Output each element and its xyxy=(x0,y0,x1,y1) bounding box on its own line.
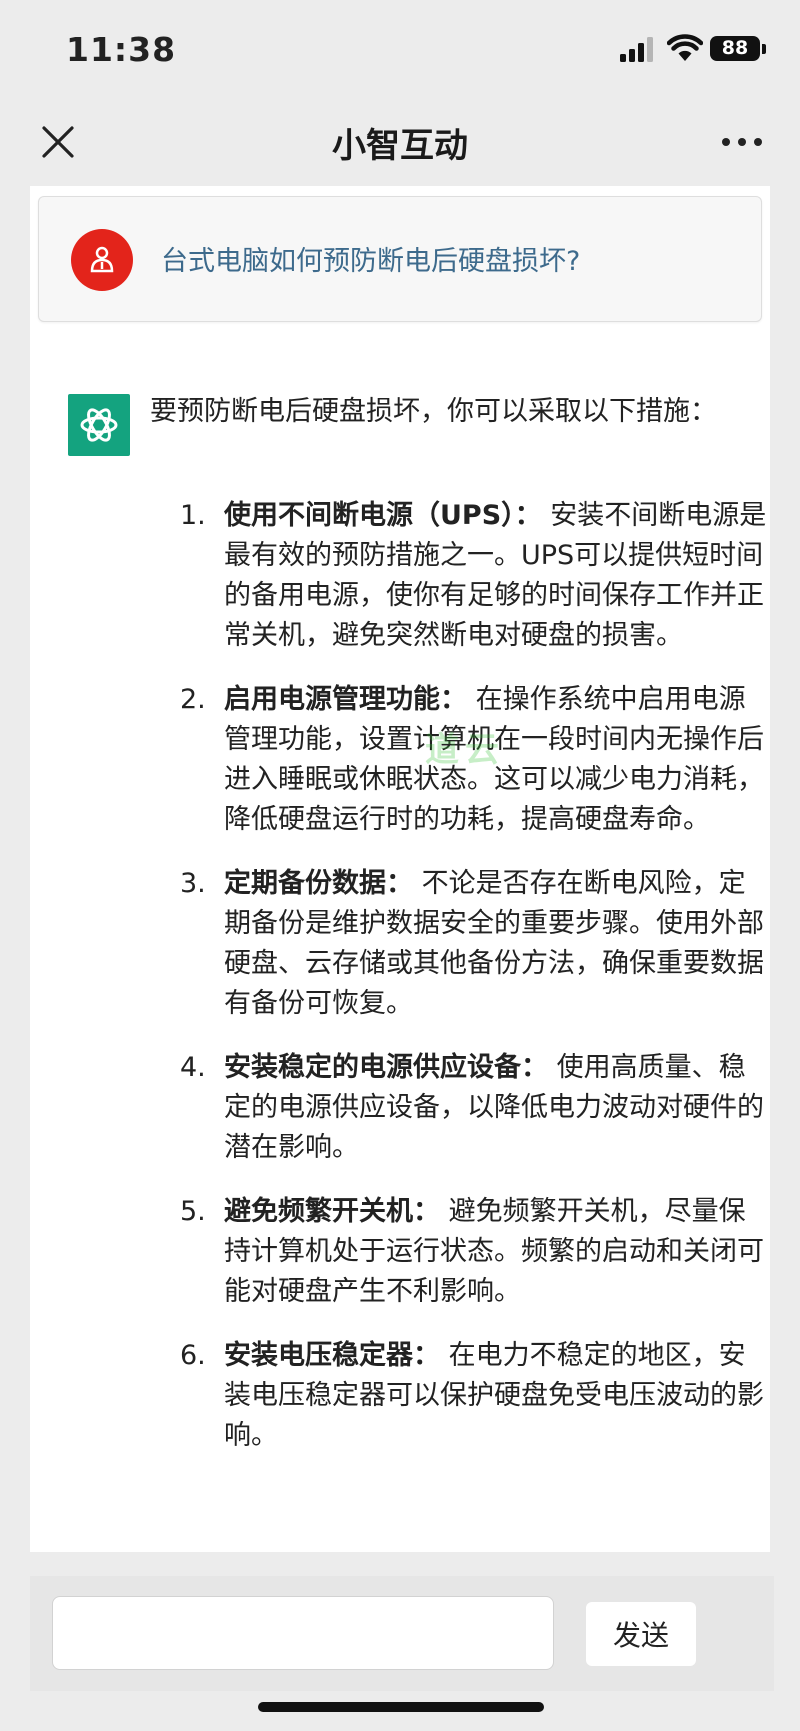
answer-list: 1. 使用不间断电源（UPS）： 安装不间断电源是最有效的预防措施之一。UPS可… xyxy=(180,496,770,1480)
list-item: 6. 安装电压稳定器： 在电力不稳定的地区，安装电压稳定器可以保护硬盘免受电压波… xyxy=(180,1336,770,1456)
item-number: 2. xyxy=(180,684,206,715)
list-item: 3. 定期备份数据： 不论是否存在断电风险，定期备份是维护数据安全的重要步骤。使… xyxy=(180,864,770,1024)
item-title: 启用电源管理功能： xyxy=(224,684,467,715)
cellular-signal-icon xyxy=(620,37,653,62)
item-title: 安装电压稳定器： xyxy=(224,1340,440,1371)
answer-intro: 要预防断电后硬盘损坏，你可以采取以下措施： xyxy=(150,396,717,427)
list-item: 1. 使用不间断电源（UPS）： 安装不间断电源是最有效的预防措施之一。UPS可… xyxy=(180,496,770,656)
watermark: 道云 xyxy=(425,730,505,770)
item-title: 安装稳定的电源供应设备： xyxy=(224,1052,548,1083)
question-card: 台式电脑如何预防断电后硬盘损坏? xyxy=(38,196,762,322)
list-item: 5. 避免频繁开关机： 避免频繁开关机，尽量保持计算机处于运行状态。频繁的启动和… xyxy=(180,1192,770,1312)
item-number: 1. xyxy=(180,500,206,531)
chat-content: 台式电脑如何预防断电后硬盘损坏? 要预防断电后硬盘损坏，你可以采取以下措施： 1… xyxy=(30,186,770,1552)
message-input[interactable] xyxy=(52,1596,554,1670)
item-number: 6. xyxy=(180,1340,206,1371)
page-title: 小智互动 xyxy=(332,126,468,166)
status-time: 11:38 xyxy=(66,30,177,69)
chatgpt-logo-icon xyxy=(68,394,130,456)
more-dots-icon[interactable] xyxy=(720,132,764,152)
wifi-icon xyxy=(667,34,703,61)
battery-tip xyxy=(762,44,766,54)
item-title: 定期备份数据： xyxy=(224,868,413,899)
item-title: 避免频繁开关机： xyxy=(224,1196,440,1227)
status-bar: 11:38 88 xyxy=(0,0,800,100)
battery-indicator: 88 xyxy=(710,36,760,61)
send-button[interactable]: 发送 xyxy=(586,1602,696,1666)
item-number: 3. xyxy=(180,868,206,899)
list-item: 4. 安装稳定的电源供应设备： 使用高质量、稳定的电源供应设备，以降低电力波动对… xyxy=(180,1048,770,1168)
item-number: 4. xyxy=(180,1052,206,1083)
question-text: 台式电脑如何预防断电后硬盘损坏? xyxy=(161,246,581,277)
user-avatar-icon xyxy=(71,229,133,291)
item-number: 5. xyxy=(180,1196,206,1227)
home-indicator xyxy=(258,1702,544,1712)
item-title: 使用不间断电源（UPS）： xyxy=(224,500,542,531)
